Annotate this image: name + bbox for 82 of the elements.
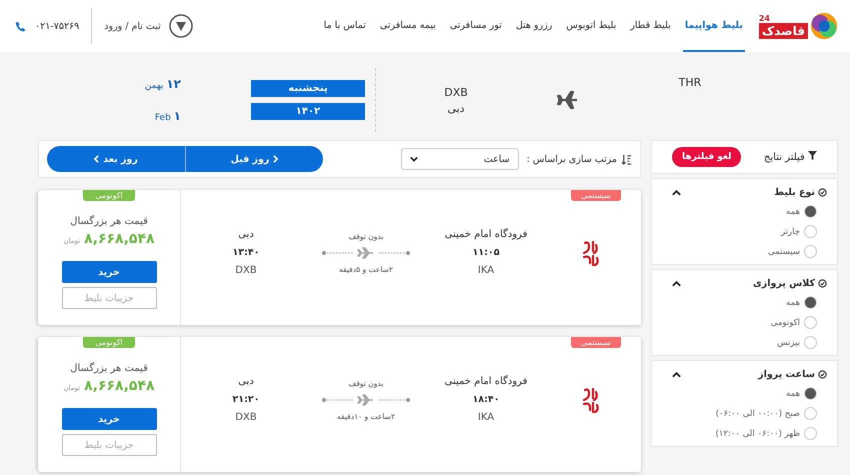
radio-label: چارتر: [780, 226, 800, 236]
year-label: ۱۴۰۲: [251, 103, 365, 120]
weekday-label: پنجشنبه: [251, 80, 365, 97]
departure-airport: فرودگاه امام خمینی: [444, 376, 528, 387]
sort-label: مرتب سازی براساس :: [526, 154, 617, 164]
radio-label: ظهر (۰۶:۰۰ الی ۱۲:۰۰): [716, 428, 800, 438]
departure-time: ۱۱:۰۵: [472, 247, 500, 258]
chevron-icon[interactable]: [672, 280, 681, 286]
sort-select[interactable]: ساعت: [400, 148, 519, 170]
radio-button[interactable]: [804, 387, 817, 400]
ticket-type-tag: سیستمی: [571, 190, 621, 201]
filter-group-title: نوع بلیط: [774, 187, 815, 198]
departure-code: IKA: [478, 265, 494, 276]
buy-button[interactable]: خرید: [62, 408, 156, 430]
price-label: قیمت هر بزرگسال: [70, 216, 148, 227]
airplane-icon: [556, 88, 580, 112]
persian-date: ۱۲ بهمن: [144, 77, 181, 91]
nav-link[interactable]: بلیط هواپیما: [682, 0, 745, 52]
arrival-code: DXB: [235, 265, 257, 276]
nav-link[interactable]: بلیط قطار: [628, 0, 673, 52]
check-circle-icon: [818, 279, 827, 288]
radio-label: اکونومی: [770, 318, 800, 328]
radio-button[interactable]: [804, 225, 817, 238]
airline-logo-icon: [581, 386, 601, 414]
price-amount: ۸,۶۶۸,۵۴۸: [84, 231, 155, 247]
logo-text[interactable]: قاصدک: [758, 22, 808, 38]
nav-link[interactable]: بلیط اتوبوس: [564, 0, 618, 52]
cabin-class-tag: اکونومی: [83, 337, 135, 348]
cabin-class-tag: اکونومی: [83, 190, 135, 201]
radio-button[interactable]: [804, 296, 817, 309]
check-circle-icon: [818, 370, 827, 379]
sort-icon: [621, 154, 632, 164]
radio-label: همه: [786, 298, 800, 308]
radio-button[interactable]: [804, 407, 817, 420]
filter-group-title: کلاس پروازی: [753, 278, 815, 289]
chevron-right-icon: [273, 155, 278, 163]
logo-number: 24: [758, 14, 770, 22]
chevron-icon[interactable]: [672, 372, 681, 378]
radio-label: صبح (۰۰:۰۰ الی ۰۶:۰۰): [716, 408, 800, 418]
radio-label: بیزنس: [777, 338, 800, 348]
filter-title: فیلتر نتایج: [764, 151, 817, 163]
airline-logo-icon: [581, 238, 601, 266]
arrival-code: DXB: [235, 412, 257, 423]
departure-time: ۱۸:۴۰: [472, 394, 500, 405]
ticket-type-tag: سیستمی: [571, 337, 621, 348]
arrival-time: ۱۳:۴۰: [232, 247, 260, 258]
price-label: قیمت هر بزرگسال: [70, 363, 148, 374]
radio-button[interactable]: [804, 245, 817, 258]
departure-airport: فرودگاه امام خمینی: [444, 229, 528, 240]
nav-link[interactable]: تماس با ما: [322, 0, 368, 52]
radio-button[interactable]: [804, 336, 817, 349]
radio-label: همه: [786, 388, 800, 398]
arrival-city: دبی: [238, 229, 254, 240]
price-amount: ۸,۶۶۸,۵۴۸: [84, 378, 155, 394]
chevron-icon[interactable]: [672, 190, 681, 196]
filter-group-title: ساعت پرواز: [758, 369, 815, 380]
destination-code: DXB: [444, 86, 468, 98]
login-link[interactable]: ثبت نام / ورود: [104, 20, 161, 32]
radio-button[interactable]: [804, 427, 817, 440]
radio-button[interactable]: [804, 316, 817, 329]
nav-link[interactable]: بیمه مسافرتی: [378, 0, 438, 52]
radio-button[interactable]: [804, 205, 817, 218]
origin-code: THR: [678, 76, 702, 89]
next-day-button[interactable]: روز بعد: [47, 146, 185, 172]
chevron-left-icon: [94, 155, 100, 163]
arrival-time: ۲۱:۲۰: [232, 394, 260, 405]
nav-link[interactable]: رزرو هتل: [514, 0, 554, 52]
radio-label: سیستمی: [768, 246, 800, 256]
departure-code: IKA: [478, 412, 494, 423]
check-circle-icon: [818, 188, 827, 197]
phone-icon[interactable]: [14, 18, 27, 34]
previous-day-button[interactable]: روز قبل: [185, 146, 323, 172]
destination-city: دبی: [447, 102, 465, 114]
phone-number: ۰۲۱-۷۵۲۶۹: [35, 20, 80, 32]
buy-button[interactable]: خرید: [62, 261, 156, 283]
clear-filters-button[interactable]: لغو فیلترها: [672, 147, 742, 167]
radio-label: همه: [786, 206, 800, 216]
funnel-icon: [808, 151, 817, 160]
logo-icon: [810, 12, 838, 40]
arrival-city: دبی: [238, 376, 254, 387]
dropdown-caret-icon: [410, 156, 418, 162]
nav-link[interactable]: تور مسافرتی: [448, 0, 504, 52]
